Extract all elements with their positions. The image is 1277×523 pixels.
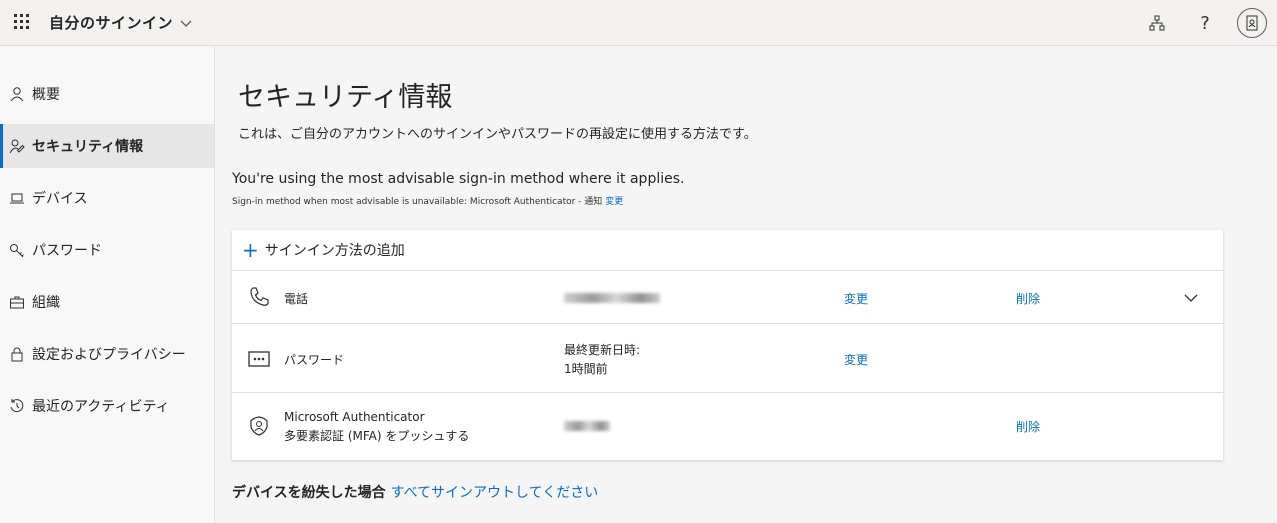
page-description: これは、ご自分のアカウントへのサインインやパスワードの再設定に使用する方法です。 (238, 127, 757, 142)
change-password-link[interactable]: 変更 (844, 351, 868, 368)
fallback-method-text: Sign-in method when most advisable is un… (232, 197, 603, 207)
phone-icon (246, 284, 272, 310)
sidebar-item-password[interactable]: パスワード (0, 228, 214, 272)
sidebar-item-recent-activity[interactable]: 最近のアクティビティ (0, 384, 214, 428)
app-title-menu[interactable]: 自分のサインイン (49, 12, 193, 33)
change-default-method-link[interactable]: 変更 (605, 197, 623, 207)
security-info-icon (8, 137, 26, 155)
sidebar-item-label: 設定およびプライバシー (32, 347, 186, 363)
method-row-phone: 電話 変更 削除 (232, 271, 1223, 324)
method-row-authenticator: Microsoft Authenticator 多要素認証 (MFA) をプッシ… (232, 393, 1223, 460)
main-content: セキュリティ情報 これは、ご自分のアカウントへのサインインやパスワードの再設定に… (216, 47, 1277, 523)
chevron-down-icon[interactable] (1182, 289, 1200, 307)
advisable-message: You're using the most advisable sign-in … (232, 171, 685, 187)
sidebar-item-security-info[interactable]: セキュリティ情報 (0, 124, 214, 168)
method-value-redacted (564, 420, 610, 434)
help-glyph: ? (1200, 12, 1210, 34)
sidebar-item-label: パスワード (32, 243, 102, 259)
org-chart-icon[interactable] (1144, 10, 1170, 36)
sidebar-item-label: 組織 (32, 295, 60, 311)
fallback-method-message: Sign-in method when most advisable is un… (232, 194, 623, 207)
chevron-down-icon (180, 20, 192, 27)
lock-icon (8, 345, 26, 363)
method-row-password: パスワード 最終更新日時: 1時間前 変更 (232, 324, 1223, 393)
sign-out-everywhere-link[interactable]: すべてサインアウトしてください (391, 485, 599, 501)
sidebar-item-label: セキュリティ情報 (32, 139, 144, 155)
methods-card: + サインイン方法の追加 電話 変更 削除 パスワード 最終更新日時: 1時間前… (232, 230, 1223, 460)
delete-authenticator-link[interactable]: 削除 (1016, 418, 1040, 435)
sidebar-item-organizations[interactable]: 組織 (0, 280, 214, 324)
key-icon (8, 241, 26, 259)
method-name: Microsoft Authenticator (284, 410, 425, 424)
sidebar-item-devices[interactable]: デバイス (0, 176, 214, 220)
add-sign-in-method-button[interactable]: + サインイン方法の追加 (232, 230, 1223, 271)
history-icon (8, 397, 26, 415)
briefcase-icon (8, 293, 26, 311)
sidebar-item-settings-privacy[interactable]: 設定およびプライバシー (0, 332, 214, 376)
lost-device-label: デバイスを紛失した場合 (232, 485, 386, 501)
last-updated-value: 1時間前 (564, 362, 608, 376)
sidebar-item-label: デバイス (32, 191, 88, 207)
account-avatar-icon[interactable] (1237, 8, 1267, 38)
change-phone-link[interactable]: 変更 (844, 290, 868, 307)
add-method-label: サインイン方法の追加 (264, 243, 405, 259)
laptop-icon (8, 189, 26, 207)
method-name: パスワード (284, 353, 345, 367)
app-title: 自分のサインイン (49, 14, 174, 32)
method-subtitle: 多要素認証 (MFA) をプッシュする (284, 429, 470, 443)
help-icon[interactable]: ? (1192, 10, 1218, 36)
sidebar-item-label: 概要 (32, 87, 60, 103)
last-updated-label: 最終更新日時: (564, 343, 641, 357)
top-bar: 自分のサインイン ? (0, 0, 1277, 46)
authenticator-icon (246, 413, 272, 439)
plus-icon: + (242, 238, 259, 262)
sidebar-item-label: 最近のアクティビティ (32, 399, 170, 415)
page-title: セキュリティ情報 (238, 82, 453, 113)
password-dots-icon (246, 346, 272, 372)
sidebar: 概要 セキュリティ情報 デバイス パスワード 組織 設定およびプライバシー 最近… (0, 47, 215, 523)
lost-device-section: デバイスを紛失した場合 すべてサインアウトしてください (232, 482, 598, 502)
method-name: 電話 (284, 292, 309, 306)
person-icon (8, 85, 26, 103)
sidebar-item-overview[interactable]: 概要 (0, 72, 214, 116)
method-value-redacted (564, 292, 660, 306)
delete-phone-link[interactable]: 削除 (1016, 290, 1040, 307)
app-launcher-icon[interactable] (14, 14, 30, 30)
